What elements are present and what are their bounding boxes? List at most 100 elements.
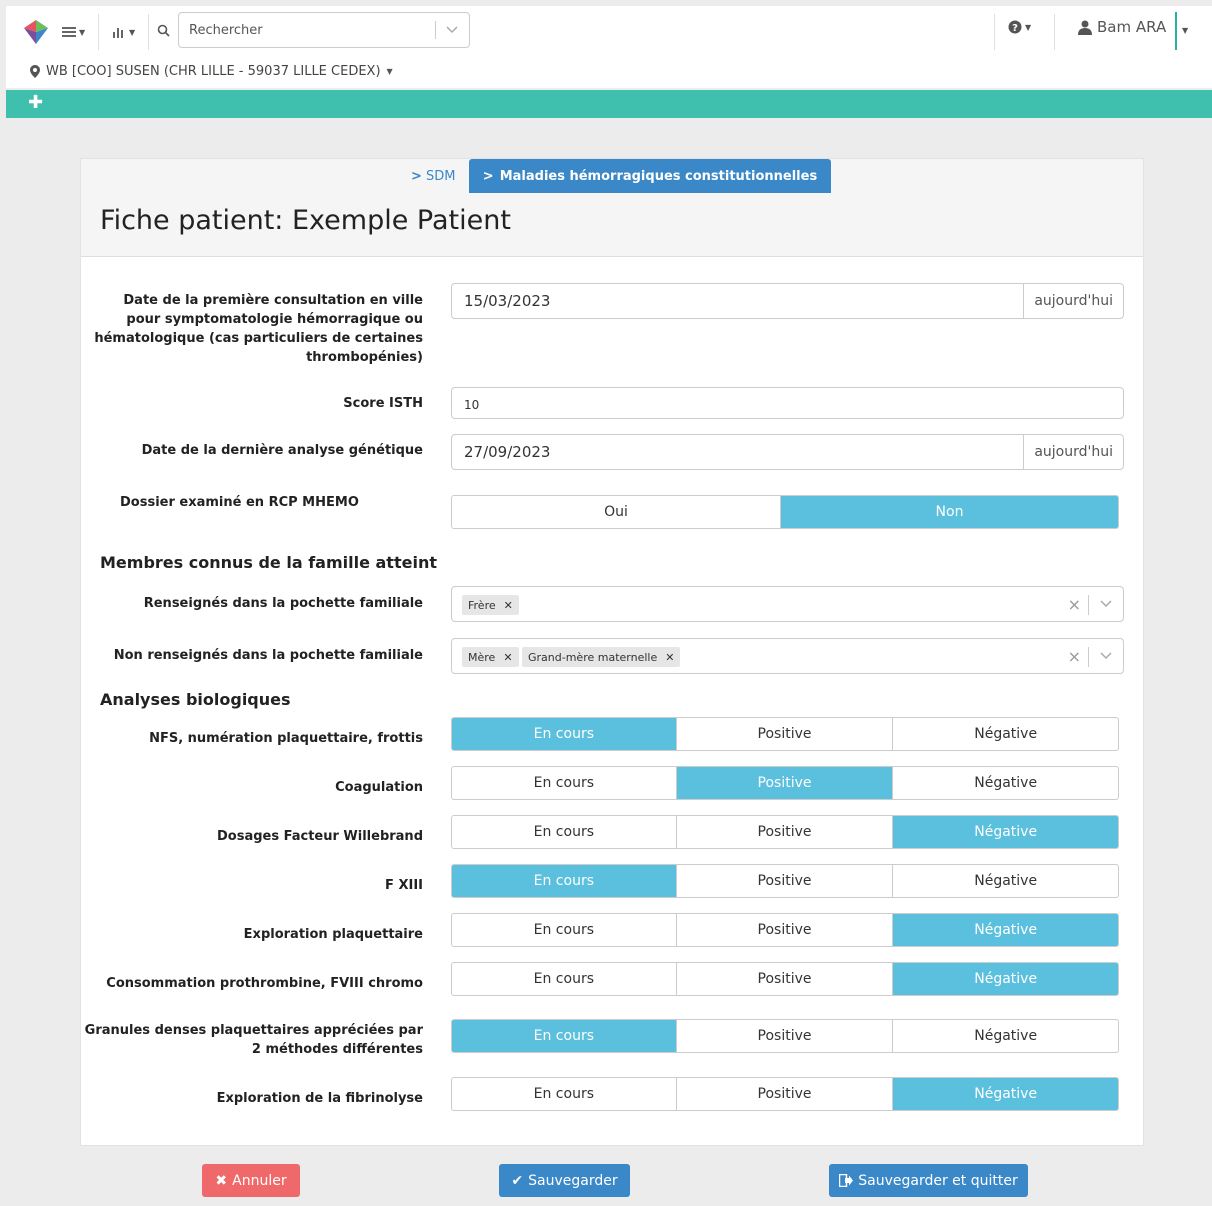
rcp-label: Dossier examiné en RCP MHEMO	[120, 495, 359, 510]
bio-row-label: Exploration plaquettaire	[243, 927, 423, 942]
plus-icon[interactable]: ✚	[28, 94, 43, 112]
bio-result-toggle: En cours Positive Négative	[451, 962, 1119, 996]
genetic-analysis-label: Date de la dernière analyse génétique	[141, 443, 423, 458]
option-positive[interactable]: Positive	[676, 767, 894, 799]
save-label: Sauvegarder	[528, 1172, 618, 1189]
option-positive[interactable]: Positive	[677, 816, 894, 848]
bio-row-label: F XIII	[385, 878, 423, 893]
panel-header: Fiche patient: Exemple Patient	[81, 193, 1143, 257]
map-marker-icon	[30, 65, 40, 78]
help-menu[interactable]: ? ▼	[1008, 20, 1031, 34]
bio-section-title: Analyses biologiques	[100, 690, 291, 709]
app-logo-icon[interactable]	[22, 18, 50, 46]
location-caret-icon: ▼	[386, 67, 393, 76]
isth-score-value: 10	[464, 398, 480, 412]
isth-score-field[interactable]: 10	[451, 387, 1124, 419]
option-positive[interactable]: Positive	[677, 914, 894, 946]
save-and-quit-button[interactable]: Sauvegarder et quitter	[829, 1164, 1028, 1197]
sign-out-icon	[839, 1174, 854, 1187]
tab-maladies-hemorragiques[interactable]: > Maladies hémorragiques constitutionnel…	[469, 159, 831, 193]
save-quit-label: Sauvegarder et quitter	[858, 1172, 1018, 1189]
not-in-pouch-multiselect[interactable]: Mère ✕ Grand-mère maternelle ✕ ×	[451, 638, 1124, 674]
patient-panel: > SDM > Maladies hémorragiques constitut…	[80, 158, 1144, 1146]
rcp-toggle: Oui Non	[451, 495, 1119, 529]
not-in-pouch-label: Non renseignés dans la pochette familial…	[113, 648, 423, 663]
svg-text:?: ?	[1012, 23, 1018, 34]
bio-row-label: Coagulation	[335, 780, 423, 795]
location-label: WB [COO] SUSEN (CHR LILLE - 59037 LILLE …	[46, 64, 381, 79]
chevron-down-icon[interactable]	[1099, 597, 1113, 611]
save-button[interactable]: ✔ Sauvegarder	[499, 1164, 630, 1197]
option-en-cours[interactable]: En cours	[452, 914, 677, 946]
clear-icon[interactable]: ×	[1068, 595, 1081, 614]
bio-result-toggle: En cours Positive Négative	[451, 913, 1119, 947]
chevron-down-icon[interactable]	[443, 22, 461, 38]
user-accent-bar	[1175, 12, 1177, 50]
toolbar-divider	[1054, 14, 1055, 50]
option-negative[interactable]: Négative	[893, 816, 1118, 848]
option-positive[interactable]: Positive	[677, 865, 894, 897]
toolbar-divider	[148, 14, 149, 50]
search-icon	[157, 24, 170, 37]
remove-tag-icon[interactable]: ✕	[503, 651, 512, 664]
select-divider	[1088, 595, 1089, 615]
option-positive[interactable]: Positive	[677, 963, 894, 995]
remove-tag-icon[interactable]: ✕	[504, 599, 513, 612]
user-menu[interactable]: Bam ARA	[1078, 18, 1166, 36]
option-en-cours[interactable]: En cours	[452, 1078, 677, 1110]
cancel-button[interactable]: ✖ Annuler	[202, 1164, 300, 1197]
option-en-cours[interactable]: En cours	[452, 1020, 677, 1052]
option-positive[interactable]: Positive	[677, 718, 894, 750]
option-negative[interactable]: Négative	[893, 1078, 1118, 1110]
tab-active-label: Maladies hémorragiques constitutionnelle…	[499, 168, 818, 184]
first-consult-date-field[interactable]: 15/03/2023 aujourd'hui	[451, 283, 1124, 319]
first-consult-label: Date de la première consultation en vill…	[94, 293, 423, 365]
rcp-yes-option[interactable]: Oui	[452, 496, 782, 528]
user-name: Bam ARA	[1097, 18, 1167, 36]
action-bar: ✚	[6, 90, 1212, 118]
option-negative[interactable]: Négative	[893, 963, 1118, 995]
user-caret-icon[interactable]: ▼	[1182, 26, 1188, 35]
question-circle-icon: ?	[1008, 20, 1022, 34]
clear-icon[interactable]: ×	[1068, 647, 1081, 666]
chevron-right-icon: >	[411, 169, 422, 184]
bio-row-label: Consommation prothrombine, FVIII chromo	[106, 976, 423, 991]
search-select[interactable]	[178, 12, 470, 48]
option-en-cours[interactable]: En cours	[452, 963, 677, 995]
location-selector[interactable]: WB [COO] SUSEN (CHR LILLE - 59037 LILLE …	[30, 64, 393, 79]
option-en-cours[interactable]: En cours	[452, 718, 677, 750]
option-negative[interactable]: Négative	[893, 865, 1118, 897]
search-divider	[435, 21, 436, 39]
option-positive[interactable]: Positive	[677, 1078, 894, 1110]
stats-icon[interactable]: ▼	[112, 20, 135, 44]
rcp-no-option[interactable]: Non	[781, 496, 1118, 528]
chevron-down-icon[interactable]	[1099, 649, 1113, 663]
genetic-analysis-date-value: 27/09/2023	[464, 443, 551, 461]
cancel-label: Annuler	[232, 1172, 287, 1189]
check-icon: ✔	[511, 1172, 524, 1189]
first-consult-date-value: 15/03/2023	[464, 292, 551, 310]
option-en-cours[interactable]: En cours	[452, 865, 677, 897]
genetic-analysis-date-field[interactable]: 27/09/2023 aujourd'hui	[451, 434, 1124, 470]
bio-result-toggle: En cours Positive Négative	[451, 815, 1119, 849]
option-negative[interactable]: Négative	[893, 767, 1118, 799]
search-input[interactable]	[179, 13, 435, 47]
tab-sdm[interactable]: > SDM	[411, 169, 456, 184]
today-button[interactable]: aujourd'hui	[1023, 435, 1123, 469]
option-negative[interactable]: Négative	[893, 718, 1118, 750]
option-en-cours[interactable]: En cours	[452, 767, 677, 799]
family-section-title: Membres connus de la famille atteint	[100, 553, 437, 572]
today-button[interactable]: aujourd'hui	[1023, 284, 1123, 318]
option-negative[interactable]: Négative	[893, 914, 1118, 946]
remove-tag-icon[interactable]: ✕	[665, 651, 674, 664]
bio-row-label: NFS, numération plaquettaire, frottis	[149, 731, 423, 746]
top-navbar: ▼ ▼ ? ▼	[6, 6, 1212, 88]
toolbar-divider	[98, 14, 99, 50]
menu-icon[interactable]: ▼	[62, 20, 85, 44]
option-negative[interactable]: Négative	[893, 1020, 1118, 1052]
option-positive[interactable]: Positive	[677, 1020, 894, 1052]
select-divider	[1088, 647, 1089, 667]
option-en-cours[interactable]: En cours	[452, 816, 677, 848]
tag-label: Mère	[468, 650, 496, 664]
in-pouch-multiselect[interactable]: Frère ✕ ×	[451, 586, 1124, 622]
